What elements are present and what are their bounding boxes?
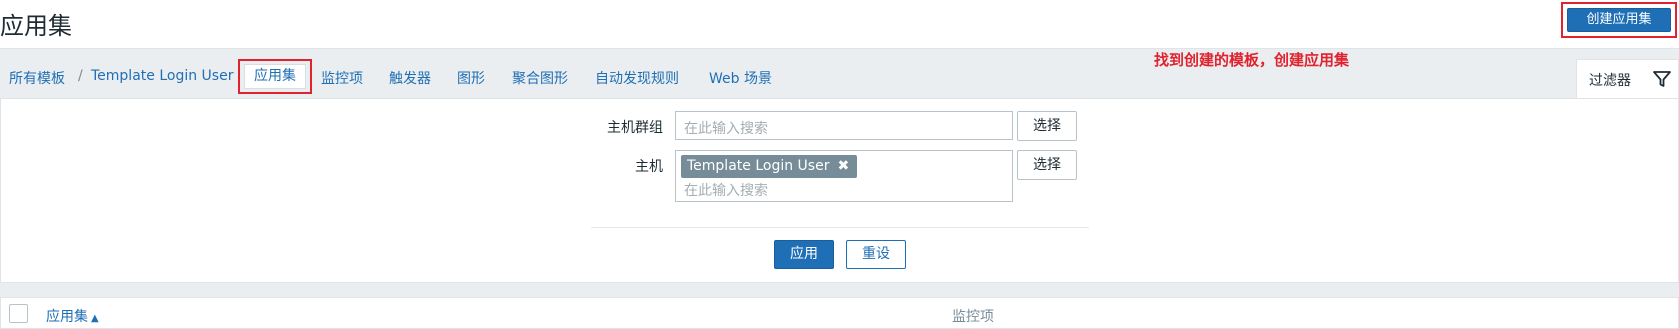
column-application[interactable]: 应用集 ▲ (46, 306, 99, 326)
host-tag[interactable]: Template Login User ✖ (681, 155, 858, 178)
remove-tag-icon[interactable]: ✖ (837, 158, 849, 174)
host-group-input[interactable]: 在此输入搜索 (675, 111, 1013, 140)
applications-page: 应用集 创建应用集 所有模板 / Template Login User 应用集… (0, 0, 1679, 329)
host-label: 主机 (635, 159, 663, 175)
create-application-button[interactable]: 创建应用集 (1567, 8, 1671, 32)
tab-applications[interactable]: 应用集 (244, 64, 306, 89)
sort-asc-icon: ▲ (91, 313, 99, 324)
host-group-placeholder: 在此输入搜索 (684, 121, 768, 137)
filter-icon (1653, 71, 1671, 87)
host-placeholder: 在此输入搜索 (684, 183, 768, 199)
tab-discovery-rules[interactable]: 自动发现规则 (595, 68, 679, 88)
host-group-label: 主机群组 (607, 120, 663, 136)
section-gap (0, 283, 1679, 297)
tab-items[interactable]: 监控项 (321, 68, 363, 88)
apply-button[interactable]: 应用 (774, 240, 834, 269)
template-navbar: 所有模板 / Template Login User 应用集 监控项 触发器 图… (0, 48, 1679, 99)
table-header: 应用集 ▲ 监控项 (0, 297, 1679, 329)
tab-graphs[interactable]: 图形 (457, 68, 485, 88)
breadcrumb-separator: / (78, 68, 83, 84)
column-items: 监控项 (952, 309, 994, 325)
active-tab-highlight: 应用集 (238, 59, 312, 94)
tab-web-scenarios[interactable]: Web 场景 (709, 68, 772, 88)
annotation-text: 找到创建的模板，创建应用集 (1154, 51, 1350, 69)
page-header: 应用集 创建应用集 (0, 0, 1679, 48)
host-select-button[interactable]: 选择 (1017, 150, 1077, 180)
host-group-select-button[interactable]: 选择 (1017, 111, 1077, 141)
reset-button[interactable]: 重设 (846, 240, 906, 269)
column-application-label: 应用集 (46, 309, 88, 325)
tab-triggers[interactable]: 触发器 (389, 68, 431, 88)
tab-screens[interactable]: 聚合图形 (512, 68, 568, 88)
host-tag-label: Template Login User (687, 158, 830, 174)
filter-tab-label: 过滤器 (1589, 73, 1631, 89)
filter-tab[interactable]: 过滤器 (1576, 59, 1679, 99)
host-input[interactable]: Template Login User ✖ 在此输入搜索 (675, 150, 1013, 202)
breadcrumb-template[interactable]: Template Login User (91, 68, 233, 84)
create-button-highlight: 创建应用集 (1561, 2, 1677, 38)
select-all-checkbox[interactable] (9, 304, 28, 323)
filter-divider (591, 227, 1089, 228)
breadcrumb-all-templates[interactable]: 所有模板 (9, 68, 65, 88)
page-title: 应用集 (0, 12, 72, 40)
filter-panel: 主机群组 在此输入搜索 选择 主机 Template Login User ✖ 在… (0, 98, 1679, 283)
